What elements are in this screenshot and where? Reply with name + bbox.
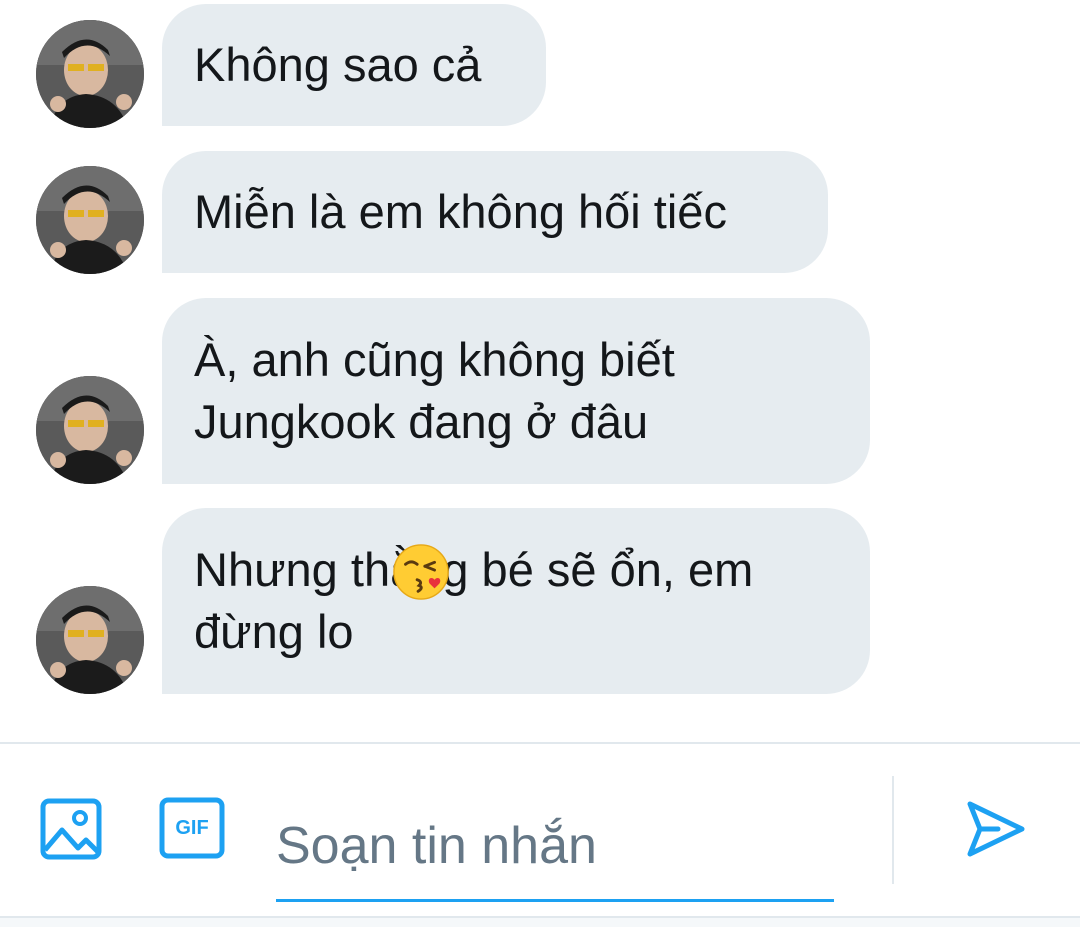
avatar[interactable] [36,166,144,274]
message-content: Nhưng thằng bé sẽ ổn, em đừng lo [194,477,753,725]
message-text: Nhưng thằng bé sẽ ổn, em đừng lo [194,543,754,658]
composer-separator [892,776,894,884]
user-avatar-icon [36,376,144,484]
face-blowing-a-kiss-icon [393,544,449,600]
message-text: Không sao cả [194,38,482,91]
user-avatar-icon [36,20,144,128]
message-text: À, anh cũng không biết Jungkook đang ở đ… [194,333,675,448]
user-avatar-icon [36,166,144,274]
send-button[interactable] [960,796,1030,862]
message-input[interactable] [276,792,834,902]
message-composer: GIF [0,744,1080,927]
message-thread: Không sao cả Miễn là em không hối tiếc À… [0,0,1080,742]
send-icon [967,801,1025,857]
message-bubble[interactable]: À, anh cũng không biết Jungkook đang ở đ… [162,298,870,484]
bottom-bar [0,916,1080,927]
avatar[interactable] [36,20,144,128]
user-avatar-icon [36,586,144,694]
image-icon [40,798,102,860]
add-image-button[interactable] [38,796,104,862]
avatar[interactable] [36,376,144,484]
message-bubble[interactable]: Nhưng thằng bé sẽ ổn, em đừng lo [162,508,870,694]
message-bubble[interactable]: Không sao cả [162,4,546,126]
gif-label: GIF [175,816,209,839]
message-text: Miễn là em không hối tiếc [194,185,727,238]
message-bubble[interactable]: Miễn là em không hối tiếc [162,151,828,273]
add-gif-button[interactable]: GIF [158,796,226,860]
avatar[interactable] [36,586,144,694]
